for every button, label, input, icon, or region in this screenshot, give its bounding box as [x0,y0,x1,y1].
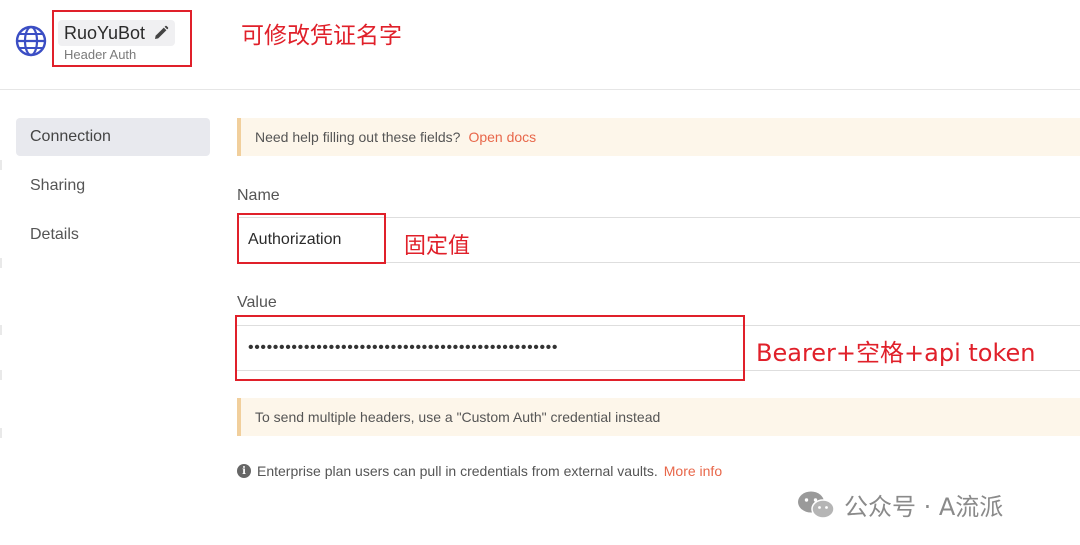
sidebar-item-details[interactable]: Details [16,216,210,254]
watermark: 公众号 · A流派 [796,487,1003,522]
edge-divider [0,370,2,380]
enterprise-text: Enterprise plan users can pull in creden… [257,463,658,479]
annotation-box-name [237,213,386,264]
name-label: Name [237,187,280,204]
edge-divider [0,428,2,438]
edge-divider [0,325,2,335]
multi-header-callout: To send multiple headers, use a "Custom … [237,398,1080,436]
help-callout: Need help filling out these fields? Open… [237,118,1080,156]
multi-header-note: To send multiple headers, use a "Custom … [255,409,661,425]
value-label: Value [237,294,277,311]
annotation-title-note: 可修改凭证名字 [241,23,402,49]
sidebar-item-sharing[interactable]: Sharing [16,167,210,205]
open-docs-link[interactable]: Open docs [468,129,536,145]
annotation-name-note: 固定值 [404,234,471,259]
annotation-box-value [235,315,745,381]
globe-icon [15,25,47,57]
wechat-icon [798,491,835,519]
edge-divider [0,160,2,170]
annotation-value-note: Bearer+空格+api token [756,339,1036,367]
watermark-text: 公众号 · A流派 [844,493,1004,521]
sidebar-item-connection[interactable]: Connection [16,118,210,156]
enterprise-info: i Enterprise plan users can pull in cred… [237,463,722,479]
edge-divider [0,258,2,268]
annotation-box-title [52,10,192,67]
more-info-link[interactable]: More info [664,463,722,479]
info-icon: i [237,464,251,478]
help-text: Need help filling out these fields? [255,129,461,145]
